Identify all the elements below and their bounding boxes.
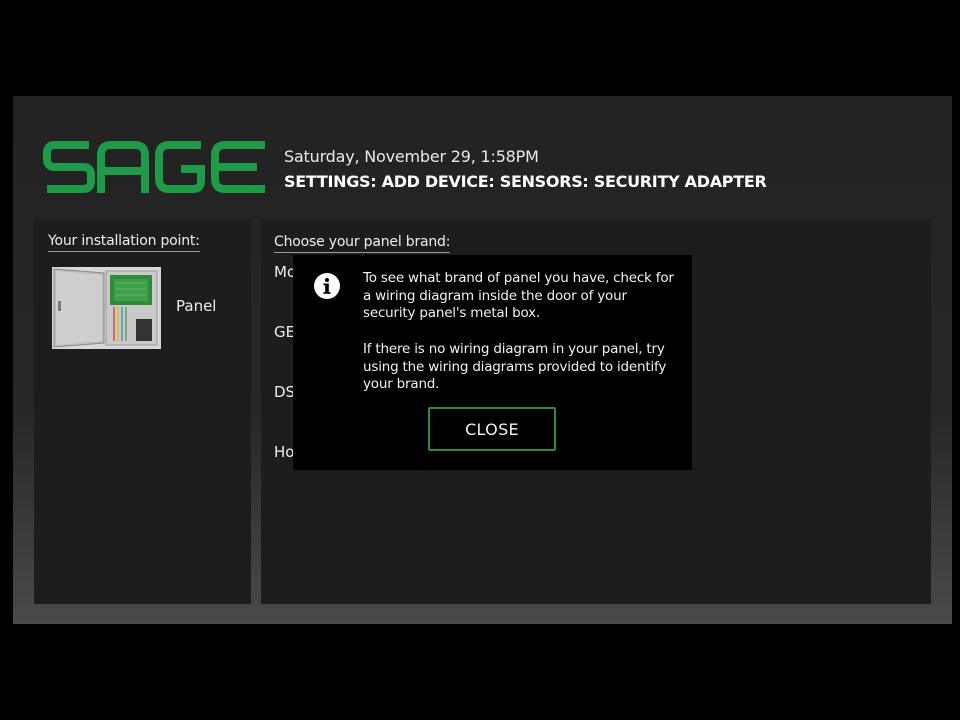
dialog-message-primary: To see what brand of panel you have, che… bbox=[363, 270, 674, 321]
close-button[interactable]: CLOSE bbox=[428, 407, 556, 451]
installation-point-panel: Your installation point: Panel bbox=[34, 219, 251, 604]
panel-brand-title: Choose your panel brand: bbox=[274, 234, 450, 253]
info-icon bbox=[313, 272, 341, 300]
breadcrumb: SETTINGS: ADD DEVICE: SENSORS: SECURITY … bbox=[284, 172, 767, 191]
brand-option[interactable]: GE bbox=[274, 323, 295, 341]
installation-point-title: Your installation point: bbox=[48, 233, 200, 252]
info-dialog: To see what brand of panel you have, che… bbox=[293, 255, 692, 470]
date-time-text: Saturday, November 29, 1:58PM bbox=[284, 147, 539, 166]
security-panel-image bbox=[52, 267, 161, 349]
sage-logo-graphic bbox=[43, 141, 265, 193]
dialog-message-secondary: If there is no wiring diagram in your pa… bbox=[363, 341, 667, 392]
brand-option[interactable]: DS bbox=[274, 383, 295, 401]
brand-option[interactable]: Ho bbox=[274, 443, 294, 461]
installation-point-label: Panel bbox=[176, 297, 217, 315]
sage-logo bbox=[43, 137, 269, 197]
installation-point-item-panel[interactable]: Panel bbox=[52, 267, 227, 349]
